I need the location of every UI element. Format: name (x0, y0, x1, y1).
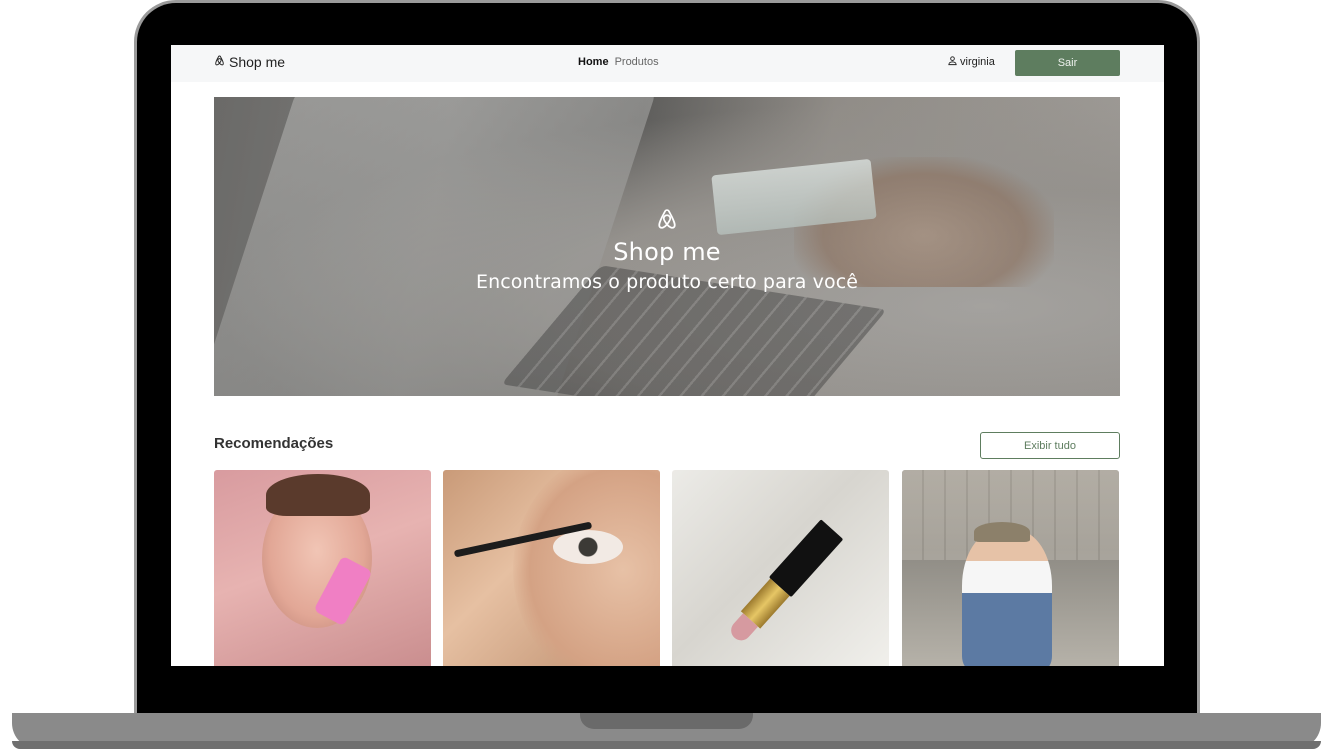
product-card[interactable] (214, 470, 431, 666)
product-image (721, 519, 844, 651)
view-all-button[interactable]: Exibir tudo (980, 432, 1120, 459)
username: virginia (960, 56, 995, 68)
hero-subtitle: Encontramos o produto certo para você (475, 271, 859, 293)
product-card[interactable] (902, 470, 1119, 666)
nav-link-produtos[interactable]: Produtos (615, 56, 659, 68)
brand-name: Shop me (229, 54, 286, 70)
hero-banner: Shop me Encontramos o produto certo para… (214, 97, 1120, 396)
product-image-detail (768, 519, 844, 598)
laptop-notch (580, 713, 753, 729)
recommendations-title: Recomendações (214, 435, 334, 452)
product-image-detail (962, 530, 1052, 666)
product-card[interactable] (443, 470, 660, 666)
airbnb-logo-icon (654, 206, 680, 236)
recommendations-grid (214, 470, 1120, 666)
user-icon (947, 55, 958, 69)
user-menu[interactable]: virginia (947, 55, 995, 69)
nav-links: Home Produtos (578, 56, 659, 68)
product-card[interactable] (672, 470, 889, 666)
logout-button[interactable]: Sair (1015, 50, 1120, 76)
product-image-detail (553, 530, 623, 564)
airbnb-logo-icon (213, 54, 226, 70)
product-image (513, 470, 660, 666)
product-image-detail (266, 474, 370, 516)
nav-link-home[interactable]: Home (578, 56, 609, 68)
product-image-detail (974, 522, 1030, 542)
brand-link[interactable]: Shop me (213, 54, 285, 70)
hero-title: Shop me (613, 238, 721, 266)
hero-content: Shop me Encontramos o produto certo para… (214, 97, 1120, 396)
navbar: Shop me Home Produtos virginia Sair (171, 45, 1164, 82)
browser-screen: Shop me Home Produtos virginia Sair Shop… (171, 45, 1164, 666)
